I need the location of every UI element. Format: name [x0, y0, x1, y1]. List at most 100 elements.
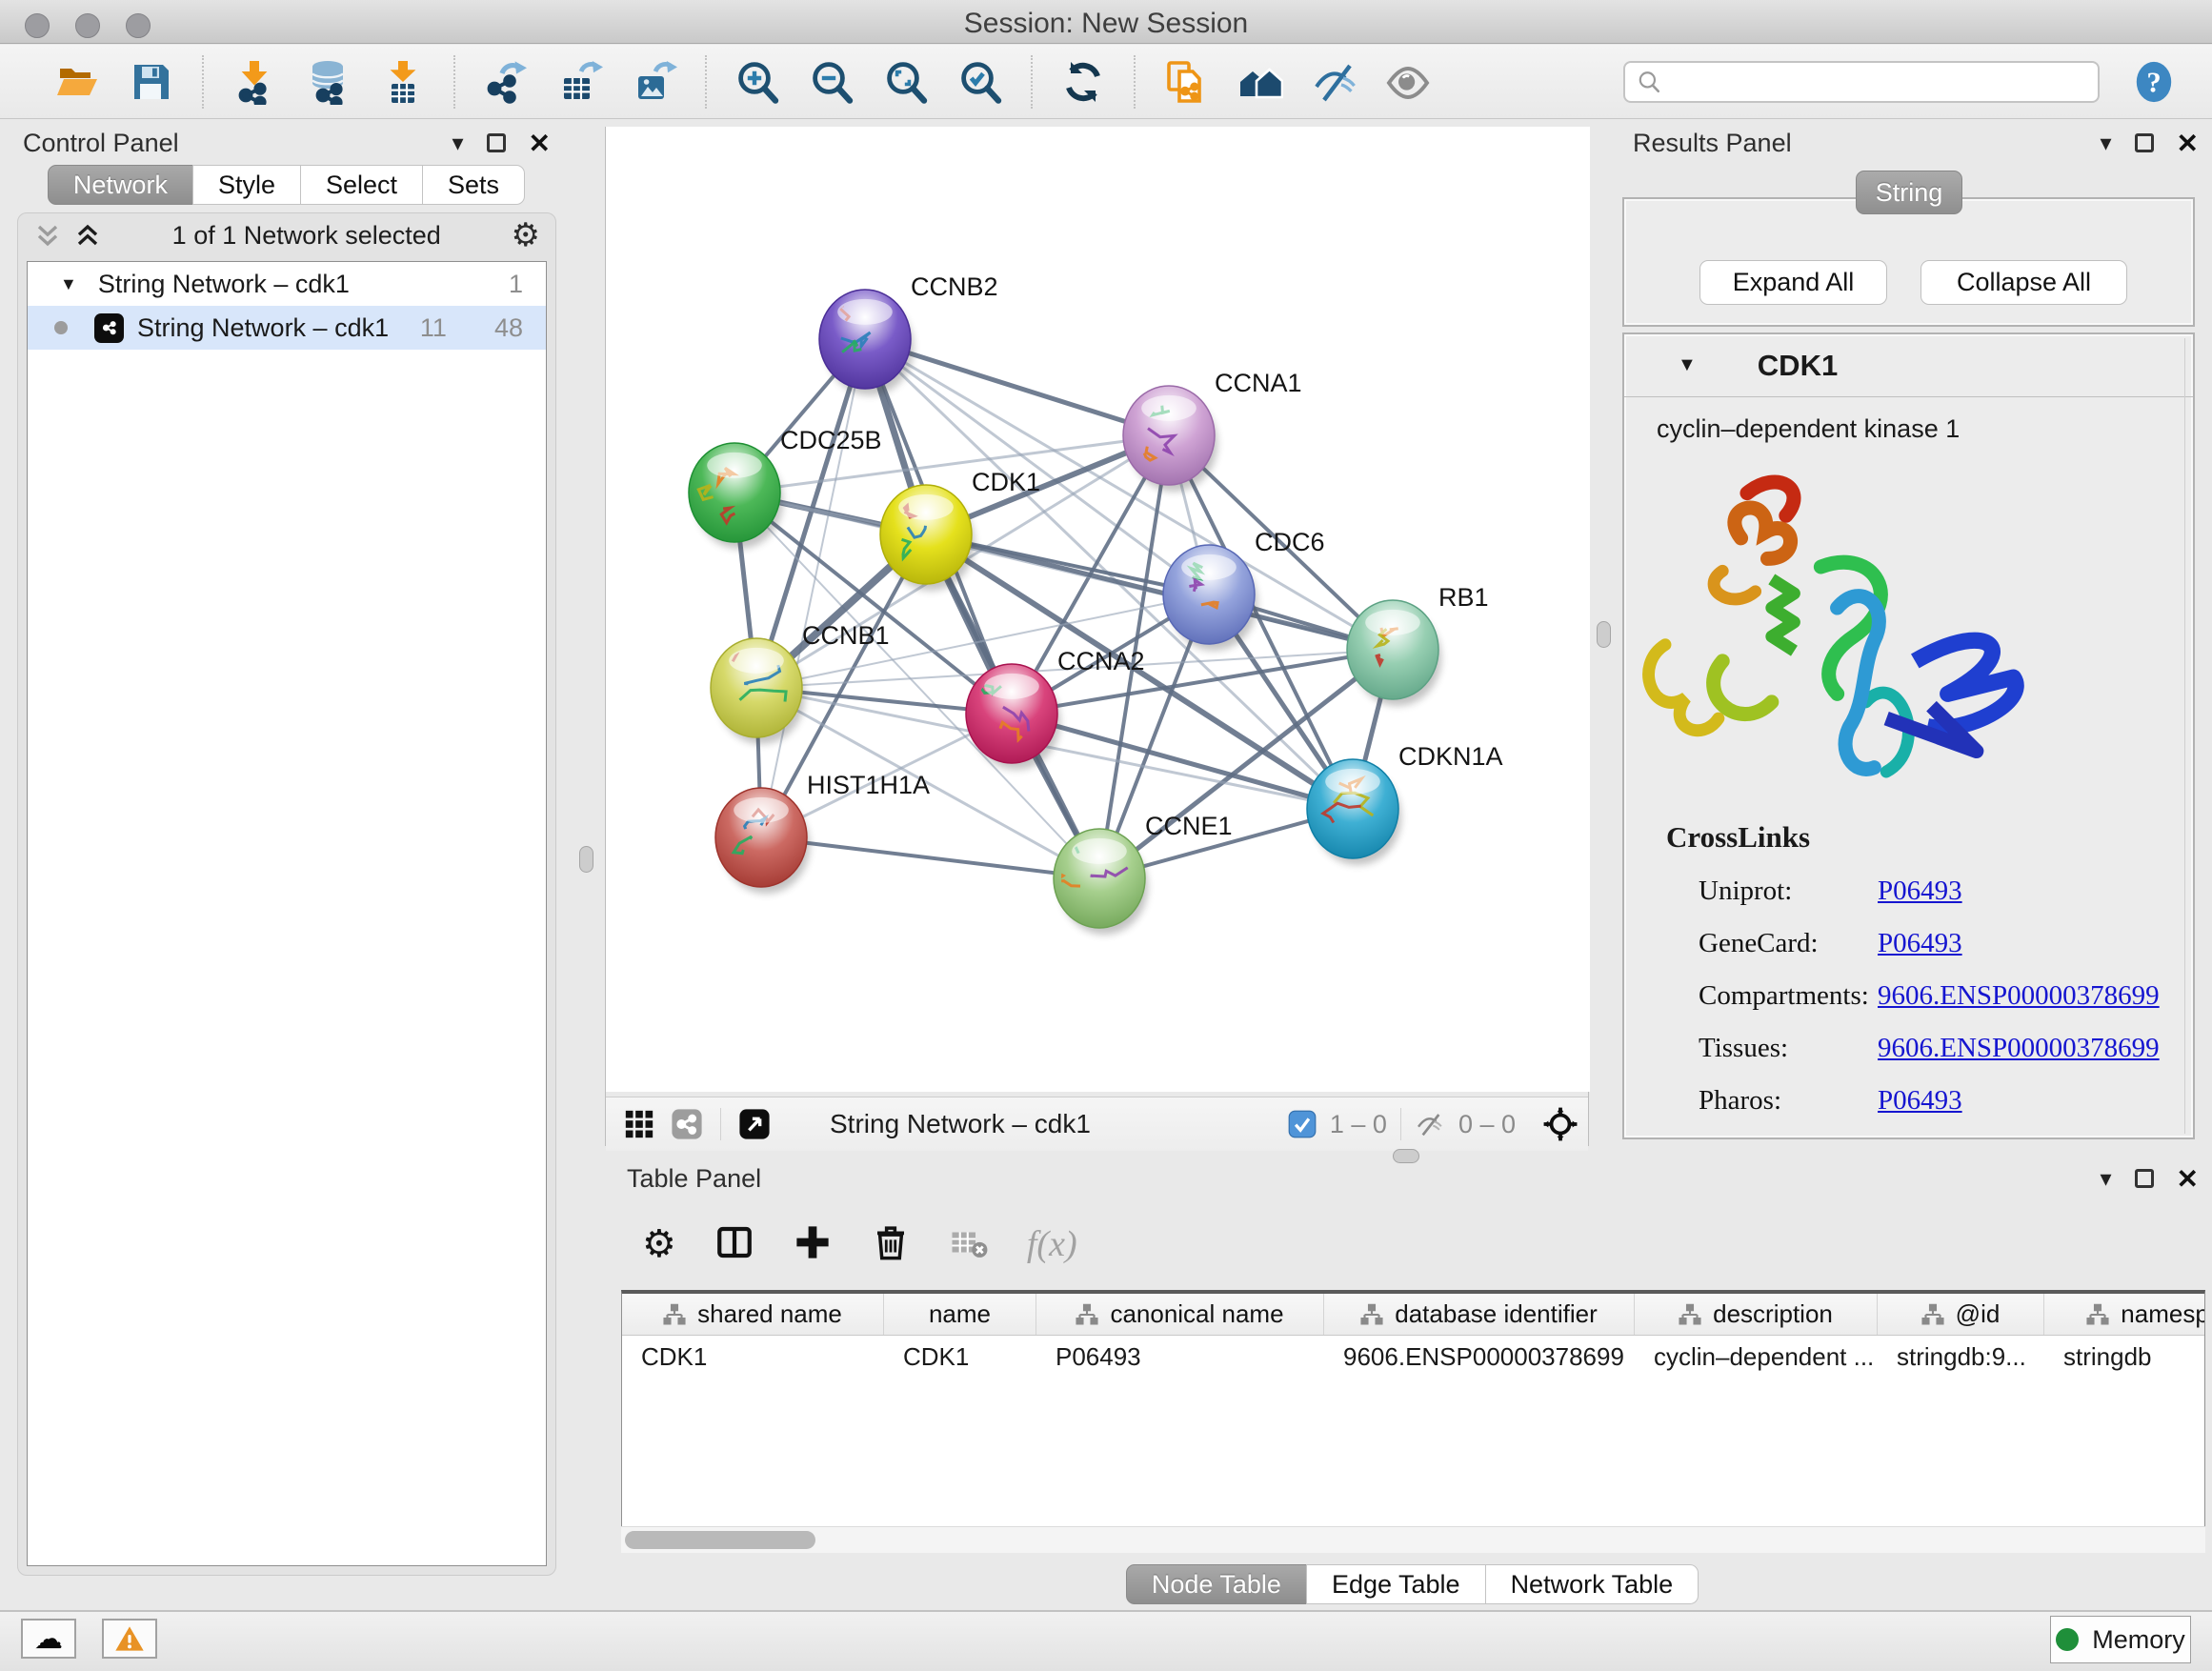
zoom-out-button[interactable] [805, 55, 858, 109]
help-icon: ? [2132, 59, 2176, 105]
tab-edge-table[interactable]: Edge Table [1306, 1564, 1486, 1604]
panel-menu-icon[interactable]: ▾ [2100, 130, 2111, 157]
table-cell[interactable]: stringdb:9... [1878, 1336, 2044, 1378]
home-button[interactable] [1234, 55, 1287, 109]
export-table-button[interactable] [553, 55, 607, 109]
cloud-services-button[interactable]: ☁ [21, 1619, 76, 1659]
scrollbar-track[interactable] [2184, 338, 2185, 1134]
help-button[interactable]: ? [2132, 60, 2176, 104]
column-header-description[interactable]: description [1635, 1294, 1878, 1335]
tab-style[interactable]: Style [192, 165, 301, 205]
tree-expand-icon[interactable]: ▼ [60, 274, 77, 294]
float-panel-icon[interactable] [2135, 133, 2154, 152]
node-CDC6[interactable] [1163, 545, 1257, 651]
node-CDC25B[interactable] [689, 443, 783, 549]
crosslink-link[interactable]: 9606.ENSP00000378699 [1878, 1033, 2160, 1064]
section-expand-icon[interactable]: ▼ [1678, 354, 1697, 376]
table-cell[interactable]: CDK1 [884, 1336, 1036, 1378]
column-header-shared-name[interactable]: shared name [622, 1294, 884, 1335]
selected-checkbox-icon[interactable] [1288, 1110, 1317, 1138]
delete-column-button[interactable] [871, 1222, 911, 1267]
close-panel-icon[interactable]: ✕ [2177, 1163, 2199, 1195]
crosslink-link[interactable]: P06493 [1878, 1085, 1962, 1117]
tab-select[interactable]: Select [300, 165, 423, 205]
node-CDKN1A[interactable] [1307, 759, 1401, 865]
open-session-button[interactable] [50, 55, 104, 109]
column-header-namespace[interactable]: namespace [2044, 1294, 2205, 1335]
grid-view-button[interactable] [623, 1108, 655, 1140]
edge-CCNB2-HIST1H1A[interactable] [761, 339, 865, 837]
table-options-gear-icon[interactable]: ⚙ [642, 1222, 676, 1266]
add-column-button[interactable] [793, 1222, 833, 1267]
table-row[interactable]: CDK1CDK1P064939606.ENSP00000378699cyclin… [622, 1336, 2204, 1378]
zoom-fit-button[interactable] [879, 55, 933, 109]
column-header-name[interactable]: name [884, 1294, 1036, 1335]
protein-section-header[interactable]: ▼ CDK1 [1624, 334, 2193, 397]
node-RB1[interactable] [1347, 600, 1441, 706]
node-CCNE1[interactable] [1054, 829, 1148, 935]
table-cell[interactable]: 9606.ENSP00000378699 [1324, 1336, 1635, 1378]
node-CCNA2[interactable] [966, 664, 1060, 770]
column-header--id[interactable]: @id [1878, 1294, 2044, 1335]
tab-sets[interactable]: Sets [422, 165, 525, 205]
collapse-all-icon[interactable] [33, 221, 62, 250]
panel-menu-icon[interactable]: ▾ [2100, 1165, 2111, 1193]
tab-network-table[interactable]: Network Table [1485, 1564, 1699, 1604]
node-CCNA1[interactable] [1123, 386, 1217, 492]
float-panel-icon[interactable] [2135, 1169, 2154, 1188]
node-CCNB1[interactable] [711, 633, 805, 744]
tab-string[interactable]: String [1856, 171, 1962, 214]
show-view-button[interactable] [1382, 55, 1436, 109]
float-panel-icon[interactable] [487, 133, 506, 152]
expand-all-button[interactable]: Expand All [1699, 260, 1887, 305]
network-options-gear-icon[interactable]: ⚙ [512, 216, 540, 254]
search-input[interactable] [1671, 67, 2086, 96]
import-network-database-button[interactable] [302, 55, 355, 109]
panel-menu-icon[interactable]: ▾ [452, 130, 463, 157]
zoom-selected-button[interactable] [954, 55, 1007, 109]
network-collection-row[interactable]: ▼ String Network – cdk1 1 [28, 262, 546, 306]
close-panel-icon[interactable]: ✕ [529, 128, 551, 159]
memory-status-button[interactable]: Memory [2050, 1616, 2191, 1663]
import-network-file-button[interactable] [228, 55, 281, 109]
collapse-all-button[interactable]: Collapse All [1920, 260, 2127, 305]
crosslink-link[interactable]: P06493 [1878, 928, 1962, 959]
tab-network[interactable]: Network [48, 165, 193, 205]
export-image-button[interactable] [628, 55, 681, 109]
save-session-button[interactable] [125, 55, 178, 109]
node-CDK1[interactable] [880, 485, 975, 591]
search-field[interactable] [1623, 61, 2100, 103]
tab-node-table[interactable]: Node Table [1126, 1564, 1307, 1604]
column-header-canonical-name[interactable]: canonical name [1036, 1294, 1324, 1335]
crosslink-link[interactable]: P06493 [1878, 876, 1962, 907]
edge-HIST1H1A-CCNE1[interactable] [761, 837, 1099, 878]
expand-all-icon[interactable] [73, 221, 102, 250]
table-cell[interactable]: stringdb [2044, 1336, 2205, 1378]
node-HIST1H1A[interactable] [715, 788, 810, 894]
node-CCNB2[interactable] [819, 290, 914, 395]
string-badge-button[interactable] [671, 1108, 703, 1140]
import-table-file-button[interactable] [376, 55, 430, 109]
close-panel-icon[interactable]: ✕ [2177, 128, 2199, 159]
network-row-selected[interactable]: String Network – cdk1 11 48 [28, 306, 546, 350]
hide-panel-button[interactable] [1308, 55, 1361, 109]
export-network-button[interactable] [479, 55, 533, 109]
apply-layout-button[interactable] [1056, 55, 1110, 109]
warnings-button[interactable] [102, 1619, 157, 1659]
table-cell[interactable]: cyclin–dependent ... [1635, 1336, 1878, 1378]
duplicate-network-button[interactable] [1159, 55, 1213, 109]
splitter-handle[interactable] [1597, 621, 1611, 648]
horizontal-scrollbar[interactable] [621, 1526, 2205, 1553]
scrollbar-thumb[interactable] [625, 1531, 815, 1549]
table-cell[interactable]: P06493 [1036, 1336, 1324, 1378]
crosslink-link[interactable]: 9606.ENSP00000378699 [1878, 980, 2160, 1012]
hidden-eye-slash-icon[interactable] [1415, 1109, 1445, 1139]
splitter-handle[interactable] [579, 846, 593, 873]
show-columns-button[interactable] [714, 1222, 754, 1267]
zoom-in-button[interactable] [731, 55, 784, 109]
open-in-browser-button[interactable] [738, 1108, 771, 1140]
table-cell[interactable]: CDK1 [622, 1336, 884, 1378]
column-header-database-identifier[interactable]: database identifier [1324, 1294, 1635, 1335]
fit-crosshair-icon[interactable] [1542, 1106, 1579, 1142]
network-canvas[interactable]: CCNB2CCNA1CDC25BCDK1CDC6RB1CCNB1CCNA2CDK… [606, 127, 1590, 1092]
